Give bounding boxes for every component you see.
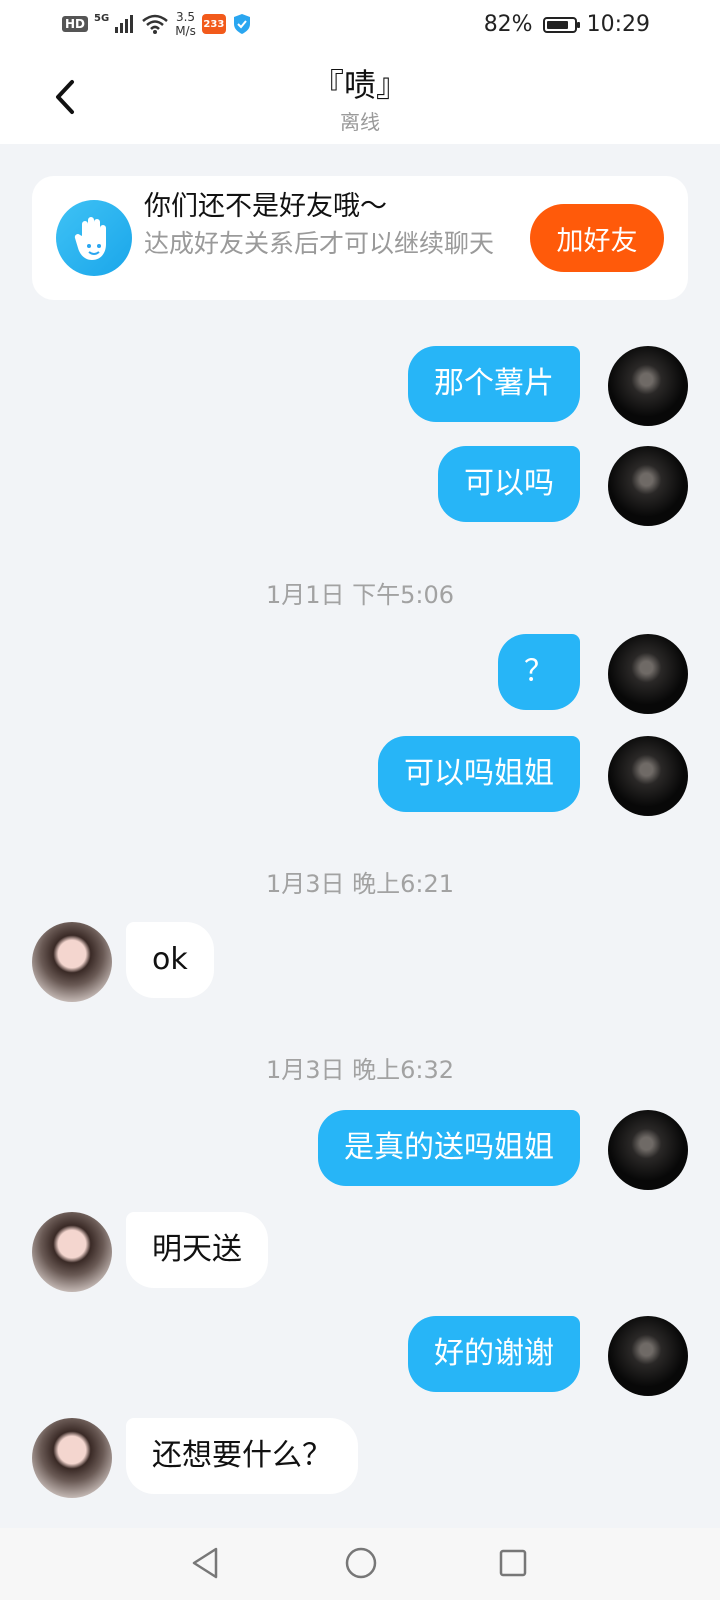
battery-percent: 82% xyxy=(483,12,533,37)
signal-type-label: 5G xyxy=(94,12,110,24)
message-row: 好的谢谢 xyxy=(0,1316,720,1396)
message-row: 是真的送吗姐姐 xyxy=(0,1110,720,1190)
app-notification-icon: 233 xyxy=(201,14,226,34)
chat-timestamp: 1月3日 晚上6:32 xyxy=(265,1056,455,1084)
message-row: 可以吗 xyxy=(0,446,720,526)
friend-request-banner: 你们还不是好友哦～ 达成好友关系后才可以继续聊天 加好友 xyxy=(32,176,688,300)
message-row: ？ xyxy=(0,634,720,714)
chat-timestamp: 1月1日 下午5:06 xyxy=(265,581,455,609)
triangle-back-icon[interactable] xyxy=(190,1546,220,1580)
system-nav-bar xyxy=(0,1528,720,1600)
network-speed-unit: M/s xyxy=(175,24,196,38)
message-bubble-received[interactable]: 还想要什么？ xyxy=(126,1418,358,1494)
contact-avatar[interactable] xyxy=(32,922,112,1002)
my-avatar[interactable] xyxy=(608,1110,688,1190)
message-bubble-sent[interactable]: 是真的送吗姐姐 xyxy=(318,1110,580,1186)
message-bubble-sent[interactable]: 好的谢谢 xyxy=(408,1316,580,1392)
my-avatar[interactable] xyxy=(608,446,688,526)
network-speed-value: 3.5 xyxy=(175,10,196,24)
battery-icon xyxy=(542,16,580,33)
status-bar: HD 5G 3.5 M/s 233 82% 10:29 xyxy=(0,0,720,50)
wifi-icon xyxy=(142,14,168,34)
message-row: 还想要什么？ xyxy=(0,1418,720,1498)
my-avatar[interactable] xyxy=(608,736,688,816)
square-recents-icon[interactable] xyxy=(498,1548,528,1578)
message-row: 可以吗姐姐 xyxy=(0,736,720,816)
chat-header: 『啧』 离线 xyxy=(0,50,720,144)
message-bubble-sent[interactable]: 可以吗姐姐 xyxy=(378,736,580,812)
message-row: ok xyxy=(0,922,720,1002)
message-bubble-received[interactable]: ok xyxy=(126,922,214,998)
message-row: 明天送 xyxy=(0,1212,720,1292)
message-bubble-received[interactable]: 明天送 xyxy=(126,1212,268,1288)
message-bubble-sent[interactable]: 那个薯片 xyxy=(408,346,580,422)
banner-description: 达成好友关系后才可以继续聊天 xyxy=(144,229,495,258)
battery-fill xyxy=(546,20,568,29)
status-icons-right: 82% 10:29 xyxy=(484,12,650,37)
my-avatar[interactable] xyxy=(608,1316,688,1396)
status-icons-left: HD 5G 3.5 M/s 233 xyxy=(62,10,252,38)
signal-icon xyxy=(115,15,134,33)
message-row: 那个薯片 xyxy=(0,346,720,426)
contact-name[interactable]: 『啧』 xyxy=(0,60,720,106)
contact-status: 离线 xyxy=(340,110,380,134)
my-avatar[interactable] xyxy=(608,634,688,714)
add-friend-button[interactable]: 加好友 xyxy=(530,204,664,272)
contact-avatar[interactable] xyxy=(32,1212,112,1292)
shield-icon xyxy=(233,14,250,34)
contact-avatar[interactable] xyxy=(32,1418,112,1498)
chat-timestamp: 1月3日 晚上6:21 xyxy=(265,870,455,898)
waving-hand-icon xyxy=(56,200,132,276)
message-bubble-sent[interactable]: ？ xyxy=(498,634,580,710)
circle-home-icon[interactable] xyxy=(344,1546,378,1580)
hd-indicator: HD xyxy=(62,16,89,32)
banner-title: 你们还不是好友哦～ xyxy=(144,191,387,222)
message-bubble-sent[interactable]: 可以吗 xyxy=(438,446,580,522)
clock: 10:29 xyxy=(586,12,650,37)
network-speed: 3.5 M/s xyxy=(175,10,196,38)
my-avatar[interactable] xyxy=(608,346,688,426)
